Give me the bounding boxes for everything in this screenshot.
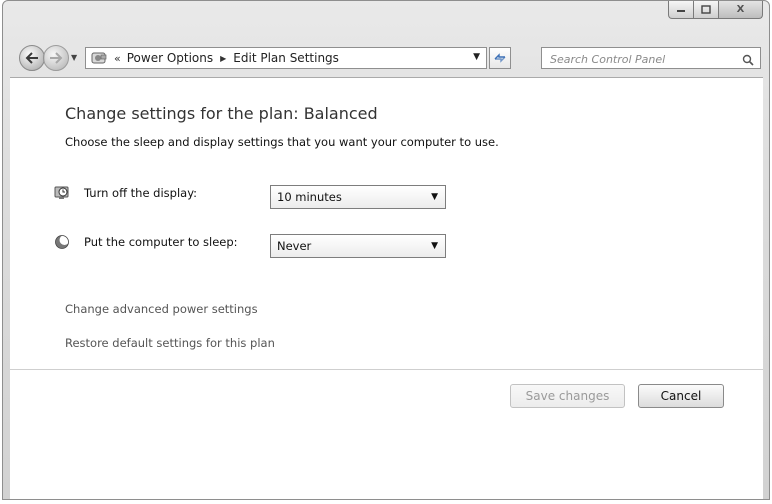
footer-divider (10, 369, 763, 370)
breadcrumb-separator-icon[interactable]: ▶ (220, 54, 226, 63)
chevron-down-icon: ▼ (431, 192, 438, 202)
maximize-icon (701, 5, 711, 14)
maximize-button[interactable] (694, 1, 719, 19)
address-dropdown-icon[interactable]: ▼ (473, 52, 480, 62)
control-panel-icon (90, 50, 108, 66)
refresh-icon (494, 53, 506, 63)
display-timer-icon (54, 185, 70, 201)
breadcrumb-edit-plan-settings[interactable]: Edit Plan Settings (233, 51, 339, 65)
close-icon: X (736, 4, 745, 15)
cancel-button[interactable]: Cancel (638, 384, 724, 408)
forward-button[interactable] (43, 45, 69, 71)
close-button[interactable]: X (719, 1, 763, 19)
advanced-settings-link[interactable]: Change advanced power settings (65, 302, 258, 316)
save-changes-button[interactable]: Save changes (510, 384, 625, 408)
navigation-bar: ▼ « Power Options ▶ Edit Plan Settings ▼ (9, 43, 765, 73)
display-setting-label: Turn off the display: (84, 186, 198, 200)
restore-defaults-link[interactable]: Restore default settings for this plan (65, 336, 275, 350)
recent-pages-dropdown[interactable]: ▼ (71, 53, 77, 62)
search-input[interactable] (548, 49, 737, 70)
moon-icon (54, 234, 70, 250)
minimize-button[interactable] (668, 1, 694, 19)
minimize-icon (677, 9, 685, 12)
back-button[interactable] (19, 45, 45, 71)
search-box[interactable] (541, 47, 761, 70)
sleep-setting-label: Put the computer to sleep: (84, 235, 238, 249)
display-timeout-value: 10 minutes (277, 190, 342, 204)
display-timeout-select[interactable]: 10 minutes ▼ (270, 185, 446, 209)
window-controls: X (668, 1, 763, 21)
refresh-button[interactable] (489, 47, 511, 69)
address-bar[interactable]: « Power Options ▶ Edit Plan Settings ▼ (85, 47, 487, 69)
display-setting-row: Turn off the display: (54, 185, 264, 201)
page-subtitle: Choose the sleep and display settings th… (65, 135, 499, 149)
sleep-timeout-value: Never (277, 239, 312, 253)
back-arrow-icon (25, 52, 38, 64)
breadcrumb-power-options[interactable]: Power Options (127, 51, 213, 65)
search-icon[interactable] (742, 51, 754, 70)
sleep-timeout-select[interactable]: Never ▼ (270, 234, 446, 258)
main-content: Change settings for the plan: Balanced C… (10, 77, 763, 499)
sleep-setting-row: Put the computer to sleep: (54, 234, 264, 250)
forward-arrow-icon (50, 52, 63, 64)
chevron-down-icon: ▼ (431, 241, 438, 251)
control-panel-window: X ▼ « Power Options ▶ Edit Plan Settings… (2, 0, 770, 500)
breadcrumb-overflow[interactable]: « (114, 52, 121, 65)
page-title: Change settings for the plan: Balanced (65, 104, 378, 123)
